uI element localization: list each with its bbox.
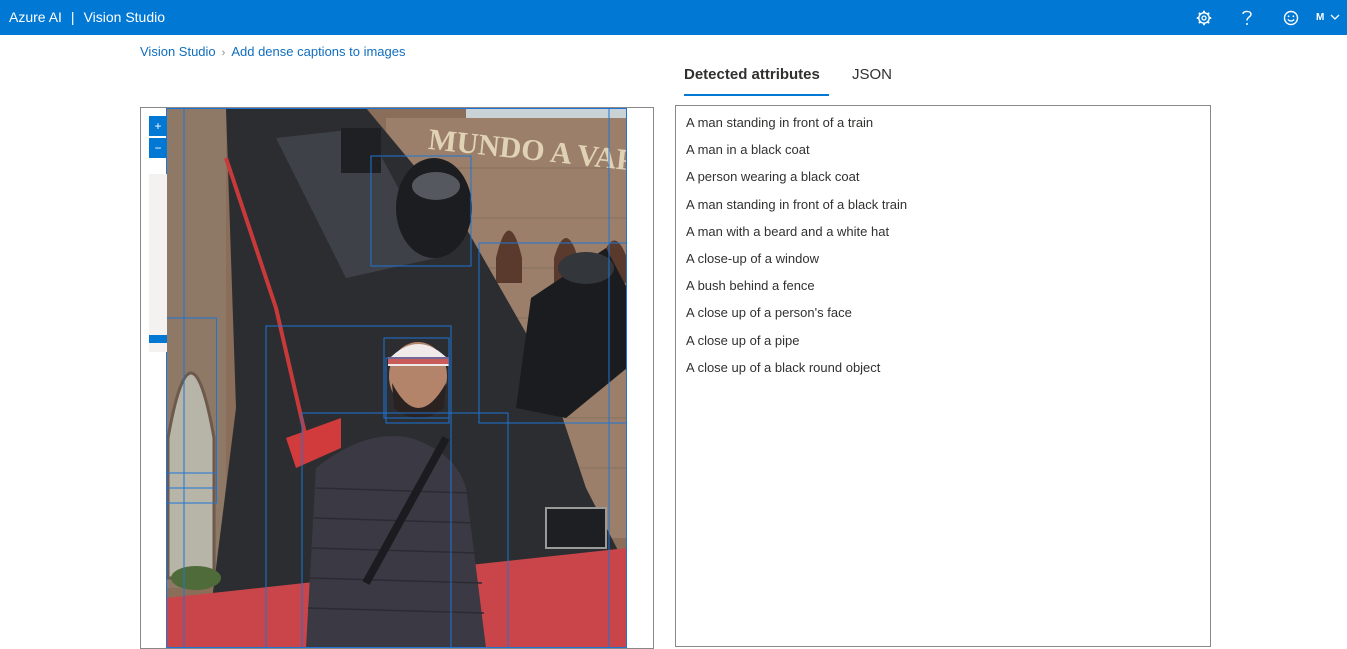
top-bar: Azure AI | Vision Studio M — [0, 0, 1347, 35]
account-menu[interactable]: M — [1316, 0, 1347, 35]
help-icon[interactable] — [1235, 0, 1259, 35]
zoom-slider-track[interactable] — [149, 174, 167, 352]
caption-item[interactable]: A man standing in front of a black train — [686, 194, 1210, 221]
caption-list: A man standing in front of a train A man… — [676, 106, 1210, 384]
caption-item[interactable]: A person wearing a black coat — [686, 166, 1210, 193]
caption-item[interactable]: A close-up of a window — [686, 248, 1210, 275]
breadcrumb-vision-studio[interactable]: Vision Studio — [140, 44, 216, 59]
chevron-down-icon — [1330, 14, 1340, 21]
gear-icon[interactable] — [1192, 0, 1216, 35]
brand-separator: | — [70, 9, 75, 25]
product-name: Vision Studio — [83, 9, 166, 25]
caption-item[interactable]: A man in a black coat — [686, 139, 1210, 166]
zoom-in-button[interactable]: + — [149, 116, 167, 136]
avatar: M — [1316, 12, 1325, 23]
caption-item[interactable]: A man standing in front of a train — [686, 112, 1210, 139]
brand-name: Azure AI — [9, 9, 62, 25]
zoom-slider-thumb[interactable] — [149, 335, 167, 343]
image-viewer: MUNDO A VAPOR + − — [140, 107, 654, 649]
zoom-out-button[interactable]: − — [149, 138, 167, 158]
caption-item[interactable]: A close up of a pipe — [686, 330, 1210, 357]
caption-item[interactable]: A man with a beard and a white hat — [686, 221, 1210, 248]
tab-json[interactable]: JSON — [852, 62, 892, 94]
breadcrumb-dense-captions[interactable]: Add dense captions to images — [231, 44, 405, 59]
caption-item[interactable]: A close up of a person's face — [686, 302, 1210, 329]
caption-item[interactable]: A close up of a black round object — [686, 357, 1210, 384]
chevron-right-icon: › — [221, 47, 226, 59]
app-brand[interactable]: Azure AI | Vision Studio — [9, 0, 165, 35]
feedback-smiley-icon[interactable] — [1279, 0, 1303, 35]
detected-attributes-panel: A man standing in front of a train A man… — [675, 105, 1211, 647]
tab-detected-attributes[interactable]: Detected attributes — [684, 62, 829, 96]
analyzed-photo: MUNDO A VAPOR — [166, 108, 627, 648]
caption-item[interactable]: A bush behind a fence — [686, 275, 1210, 302]
breadcrumb: Vision Studio › Add dense captions to imag… — [140, 44, 406, 59]
